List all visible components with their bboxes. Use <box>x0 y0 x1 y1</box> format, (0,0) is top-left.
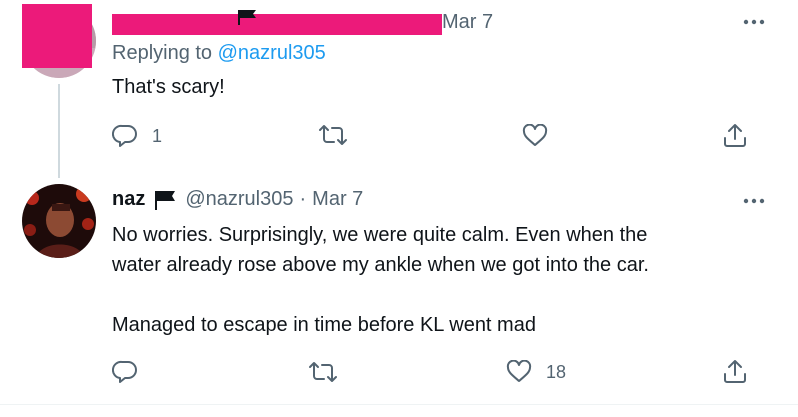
more-horizontal-icon[interactable] <box>742 197 766 205</box>
share-icon <box>724 124 746 147</box>
share-button[interactable] <box>722 122 748 148</box>
reply-button[interactable]: 1 <box>112 124 162 148</box>
tweet-date[interactable]: Mar 7 <box>312 188 363 211</box>
replying-prefix: Replying to <box>112 42 213 64</box>
tweet-text-line: Managed to escape in time before KL went… <box>112 314 536 336</box>
like-count: 18 <box>546 361 567 382</box>
tweet-header: naz @nazrul305 · Mar 7 <box>112 188 363 211</box>
like-button[interactable] <box>522 124 548 148</box>
reply-icon <box>112 124 137 147</box>
tweet-text: No worries. Surprisingly, we were quite … <box>112 220 649 340</box>
retweet-button[interactable] <box>308 361 338 383</box>
retweet-icon <box>309 362 337 382</box>
like-button[interactable]: 18 <box>506 360 566 384</box>
replying-handle-link[interactable]: @nazrul305 <box>218 42 326 64</box>
dot-separator: · <box>299 188 307 210</box>
name-redaction <box>112 14 442 35</box>
reply-count: 1 <box>152 125 163 146</box>
tweet-text: That's scary! <box>112 76 225 98</box>
heart-icon <box>506 360 532 382</box>
thread-connector-line <box>58 84 60 178</box>
tweet-text-line: water already rose above my ankle when w… <box>112 254 649 276</box>
divider <box>0 404 798 405</box>
heart-icon <box>522 124 548 146</box>
tweet-date[interactable]: Mar 7 <box>442 11 493 34</box>
reply-icon <box>112 360 137 383</box>
share-icon <box>724 360 746 383</box>
replying-to: Replying to @nazrul305 <box>112 42 326 65</box>
tweet-text-line <box>112 280 649 310</box>
retweet-icon <box>319 125 347 145</box>
reply-button[interactable] <box>112 360 138 384</box>
black-flag-icon <box>155 190 176 210</box>
share-button[interactable] <box>722 358 748 384</box>
black-flag-icon <box>238 10 256 25</box>
tweet-text-line: No worries. Surprisingly, we were quite … <box>112 224 648 246</box>
retweet-button[interactable] <box>318 124 348 146</box>
user-handle[interactable]: @nazrul305 <box>185 188 293 211</box>
avatar-redaction <box>22 4 92 68</box>
more-horizontal-icon[interactable] <box>742 18 766 26</box>
avatar-naz[interactable] <box>22 184 96 258</box>
user-name[interactable]: naz <box>112 188 145 211</box>
